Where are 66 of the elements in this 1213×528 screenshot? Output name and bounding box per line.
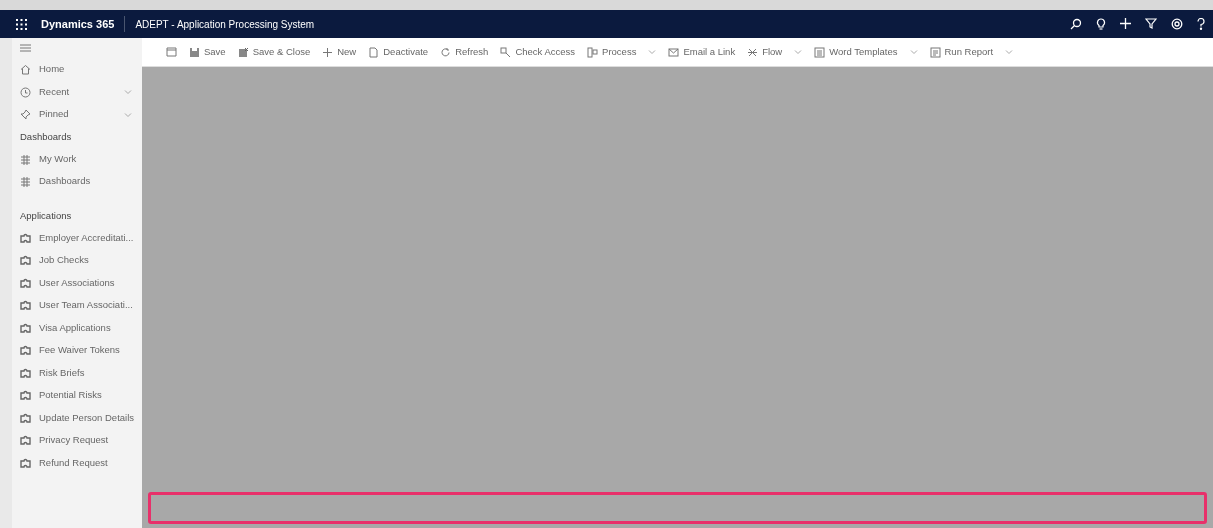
puzzle-icon	[20, 232, 31, 244]
app-title: ADEPT - Application Processing System	[135, 17, 315, 32]
toolbar-button[interactable]: Save & Close	[237, 44, 311, 60]
puzzle-icon	[20, 300, 31, 312]
toolbar-button[interactable]: Word Templates	[814, 44, 898, 60]
chevron-down-icon[interactable]	[794, 49, 803, 55]
refresh-icon	[440, 46, 452, 58]
toolbar-button[interactable]: Run Report	[929, 44, 994, 60]
clock-icon	[20, 86, 31, 98]
toolbar-button[interactable]: Save	[189, 44, 226, 60]
toolbar-button[interactable]: Email a Link	[668, 44, 736, 60]
menu-icon[interactable]	[20, 44, 31, 53]
dashboard-icon	[20, 176, 31, 188]
toolbar-button[interactable]: Process	[587, 44, 637, 60]
nav-item[interactable]: Risk Briefs	[12, 361, 142, 385]
filter-icon[interactable]	[1145, 18, 1157, 29]
nav-item[interactable]: Refund Request	[12, 451, 142, 475]
nav-item[interactable]: Home	[12, 58, 142, 81]
plus-icon	[322, 46, 334, 58]
nav-item[interactable]: Privacy Request	[12, 429, 142, 452]
nav-item[interactable]: Potential Risks	[12, 384, 142, 407]
nav-item[interactable]: Recent	[12, 80, 142, 104]
magnifier-icon	[500, 46, 512, 58]
nav-item[interactable]: User Team Associati...	[12, 294, 142, 317]
puzzle-icon	[20, 255, 31, 267]
toolbar-button[interactable]: Refresh	[440, 44, 489, 60]
nav-item[interactable]: Dashboards	[12, 170, 142, 193]
puzzle-icon	[20, 457, 31, 469]
plus-icon[interactable]	[1120, 18, 1131, 29]
product-name[interactable]: Dynamics 365	[27, 15, 126, 33]
nav-item[interactable]: Visa Applications	[12, 316, 142, 340]
puzzle-icon	[20, 345, 31, 357]
home-icon	[20, 64, 31, 76]
toolbar-button[interactable]: Flow	[747, 44, 783, 60]
settings-icon[interactable]	[1171, 18, 1183, 30]
save-icon	[189, 46, 200, 58]
puzzle-icon	[20, 412, 31, 424]
lightbulb-icon[interactable]	[1096, 18, 1106, 30]
nav-item[interactable]: Update Person Details	[12, 406, 142, 430]
puzzle-icon	[20, 435, 31, 447]
help-icon[interactable]	[1197, 18, 1205, 30]
section-heading: Dashboards	[19, 129, 73, 144]
email-icon	[668, 46, 680, 58]
puzzle-icon	[20, 367, 31, 379]
toolbar-button[interactable]: Deactivate	[368, 44, 429, 60]
chevron-down-icon[interactable]	[648, 49, 657, 55]
puzzle-icon	[20, 322, 31, 334]
nav-item[interactable]: Employer Accreditati...	[12, 226, 142, 250]
search-icon[interactable]	[1070, 18, 1082, 30]
puzzle-icon	[20, 277, 31, 289]
puzzle-icon	[20, 390, 31, 402]
toolbar-button[interactable]: New	[322, 44, 357, 60]
dashboard-icon	[20, 153, 31, 165]
nav-item[interactable]: Job Checks	[12, 249, 142, 272]
chevron-down-icon[interactable]	[1005, 49, 1014, 55]
flowchart-icon	[587, 46, 599, 58]
section-heading: Applications	[19, 208, 73, 223]
nav-item[interactable]: Pinned	[12, 103, 142, 126]
toolbar-button[interactable]: Check Access	[500, 44, 576, 60]
nav-item[interactable]: My Work	[12, 147, 142, 171]
window-icon[interactable]	[166, 47, 177, 57]
nav-item[interactable]: User Associations	[12, 271, 142, 295]
nav-item[interactable]: Fee Waiver Tokens	[12, 339, 142, 362]
document-icon	[368, 46, 380, 58]
app-launcher-icon[interactable]	[16, 18, 27, 30]
chevron-down-icon[interactable]	[909, 49, 918, 55]
